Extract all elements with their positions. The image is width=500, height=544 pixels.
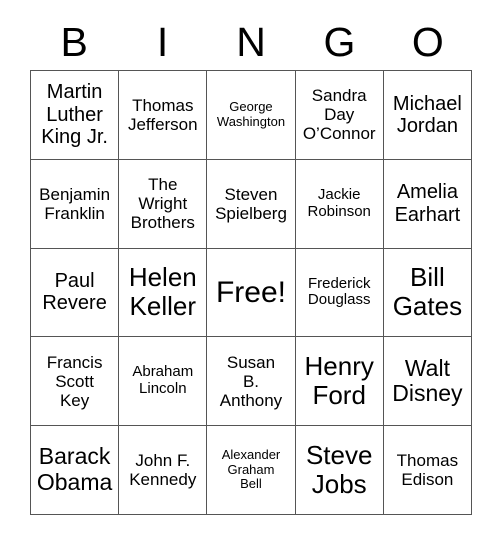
bingo-cell-n4[interactable]: Susan B. Anthony — [207, 337, 296, 427]
bingo-cell-i1[interactable]: Thomas Jefferson — [119, 71, 208, 160]
bingo-cell-label: Thomas Jefferson — [127, 95, 198, 134]
bingo-cell-g2[interactable]: Jackie Robinson — [295, 159, 384, 249]
bingo-cell-n2[interactable]: Steven Spielberg — [207, 159, 296, 249]
bingo-cell-label: The Wright Brothers — [130, 175, 195, 233]
bingo-cell-b2[interactable]: Benjamin Franklin — [31, 159, 120, 249]
bingo-cell-n5[interactable]: Alexander Graham Bell — [207, 426, 296, 515]
bingo-cell-label: Sandra Day O’Connor — [302, 86, 376, 144]
bingo-cell-o3[interactable]: Bill Gates — [383, 248, 472, 338]
bingo-cell-label: Susan B. Anthony — [219, 352, 283, 410]
bingo-header-letter-b: B — [60, 18, 88, 65]
bingo-cell-i5[interactable]: John F. Kennedy — [119, 426, 208, 515]
bingo-cell-i2[interactable]: The Wright Brothers — [119, 159, 208, 249]
bingo-cell-label: Bill Gates — [392, 262, 463, 322]
bingo-grid: Martin Luther King Jr. Thomas Jefferson … — [30, 70, 472, 515]
bingo-cell-b1[interactable]: Martin Luther King Jr. — [31, 71, 120, 160]
bingo-cell-g4[interactable]: Henry Ford — [295, 337, 384, 427]
bingo-free-label: Free! — [215, 275, 286, 309]
bingo-cell-label: Amelia Earhart — [394, 181, 461, 226]
bingo-cell-label: Martin Luther King Jr. — [41, 81, 108, 149]
bingo-cell-o2[interactable]: Amelia Earhart — [383, 159, 472, 249]
bingo-cell-b4[interactable]: Francis Scott Key — [31, 337, 120, 427]
bingo-cell-label: Barack Obama — [36, 443, 113, 496]
bingo-header-letter-o: O — [411, 18, 444, 65]
bingo-cell-label: George Washington — [216, 99, 286, 129]
bingo-cell-label: Michael Jordan — [392, 92, 462, 137]
bingo-cell-label: John F. Kennedy — [129, 451, 197, 490]
bingo-cell-i4[interactable]: Abraham Lincoln — [119, 337, 208, 427]
bingo-cell-g3[interactable]: Frederick Douglass — [295, 248, 384, 338]
bingo-cell-label: Benjamin Franklin — [39, 184, 111, 223]
bingo-cell-label: Helen Keller — [128, 262, 197, 322]
bingo-card: B I N G O Martin Luther King Jr. Thomas … — [0, 0, 500, 544]
bingo-cell-label: Alexander Graham Bell — [221, 447, 281, 492]
bingo-cell-label: Steven Spielberg — [215, 184, 287, 223]
bingo-cell-g1[interactable]: Sandra Day O’Connor — [295, 71, 384, 160]
bingo-cell-label: Jackie Robinson — [307, 185, 371, 220]
bingo-cell-o1[interactable]: Michael Jordan — [383, 71, 472, 160]
bingo-header-letter-n: N — [236, 18, 266, 65]
bingo-cell-label: Francis Scott Key — [46, 352, 103, 410]
bingo-cell-o5[interactable]: Thomas Edison — [383, 426, 472, 515]
bingo-header-letter-g: G — [323, 18, 356, 65]
bingo-cell-free-space[interactable]: Free! — [207, 248, 296, 338]
bingo-header-row: B I N G O — [30, 14, 472, 70]
bingo-cell-label: Abraham Lincoln — [132, 363, 194, 398]
bingo-cell-label: Thomas Edison — [396, 451, 459, 490]
bingo-cell-g5[interactable]: Steve Jobs — [295, 426, 384, 515]
bingo-cell-n1[interactable]: George Washington — [207, 71, 296, 160]
bingo-cell-label: Walt Disney — [392, 354, 463, 407]
bingo-cell-o4[interactable]: Walt Disney — [383, 337, 472, 427]
bingo-cell-b3[interactable]: Paul Revere — [31, 248, 120, 338]
bingo-cell-label: Frederick Douglass — [307, 274, 371, 309]
bingo-cell-label: Steve Jobs — [305, 439, 373, 500]
bingo-cell-b5[interactable]: Barack Obama — [31, 426, 120, 515]
bingo-cell-i3[interactable]: Helen Keller — [119, 248, 208, 338]
bingo-cell-label: Paul Revere — [42, 270, 107, 315]
bingo-cell-label: Henry Ford — [304, 351, 374, 411]
bingo-header-letter-i: I — [156, 18, 169, 65]
